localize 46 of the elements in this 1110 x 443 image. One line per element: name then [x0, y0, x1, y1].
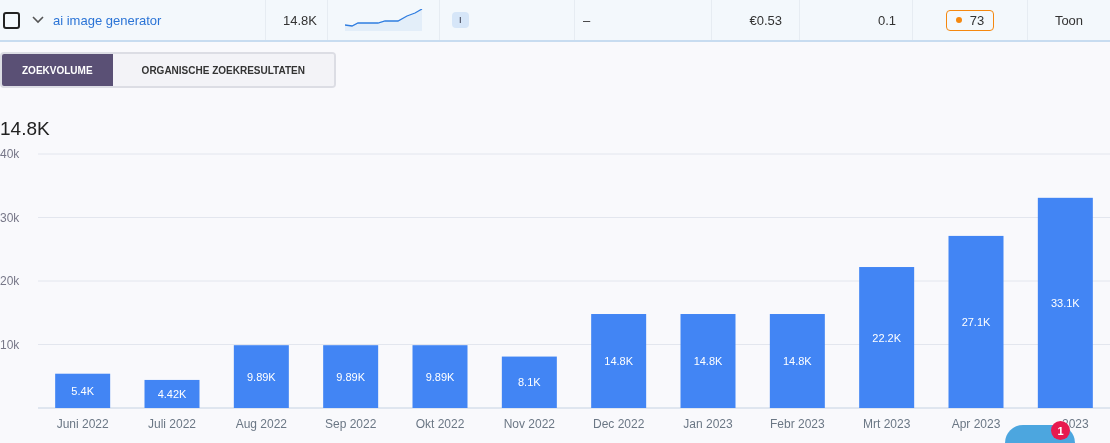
axis-label: Aug 2022 — [235, 417, 288, 431]
chart-bar — [501, 356, 557, 408]
axis-label: Okt 2022 — [415, 417, 465, 431]
chart-bar — [144, 379, 200, 408]
axis-label: Jan 2023 — [683, 417, 733, 431]
bar-value-label: 27.1K — [961, 315, 991, 328]
cpc-text: €0.53 — [749, 12, 782, 28]
bar-value-label: 22.2K — [872, 331, 902, 344]
axis-label: Dec 2022 — [593, 417, 645, 431]
bar-value-label: 8.1K — [518, 376, 541, 389]
chevron-icon[interactable] — [32, 16, 44, 24]
axis-label: Juli 2022 — [148, 417, 196, 431]
bar-value-label: 4.42K — [157, 387, 187, 400]
bar-value-label: 9.89K — [425, 370, 455, 383]
current-volume: 14.8K — [0, 118, 51, 140]
checkbox[interactable] — [3, 11, 20, 29]
axis-label: 30k — [0, 210, 20, 225]
bar-value-label: 9.89K — [336, 370, 366, 383]
axis-label: Febr 2023 — [770, 417, 825, 431]
chart-bar — [233, 345, 289, 408]
keyword-link[interactable]: ai image generator — [53, 12, 162, 28]
table-cell: – — [583, 12, 591, 28]
bar-value-label: 14.8K — [604, 355, 634, 367]
bar-value-label: 14.8K — [782, 355, 812, 367]
tab[interactable]: ZOEKVOLUME — [2, 54, 113, 86]
axis-label: Mrt 2023 — [863, 417, 911, 431]
axis-label: Nov 2022 — [503, 417, 555, 431]
axis-label: 10k — [0, 337, 20, 352]
axis-label: 20k — [0, 274, 20, 288]
bar-value-label: 9.89K — [246, 370, 276, 383]
difficulty-badge: 73 — [945, 9, 995, 31]
intent-badge: I — [452, 12, 469, 28]
show-link[interactable]: Toon — [1054, 12, 1084, 28]
chart-bar — [412, 345, 468, 408]
competition-text: 0.1 — [877, 12, 896, 28]
chart-bar — [323, 345, 379, 408]
chart-bar — [55, 373, 111, 408]
volume-text: 14.8K — [283, 12, 317, 28]
axis-label: Sep 2022 — [324, 417, 377, 431]
axis-label: 40k — [0, 147, 20, 161]
axis-label: Juni 2022 — [56, 417, 109, 431]
tab[interactable]: ORGANISCHE ZOEKRESULTATEN — [112, 54, 334, 86]
axis-label: Apr 2023 — [951, 417, 1001, 431]
bar-value-label: 33.1K — [1050, 296, 1080, 309]
bar-value-label: 14.8K — [693, 355, 723, 367]
bar-value-label: 5.4K — [71, 384, 94, 397]
